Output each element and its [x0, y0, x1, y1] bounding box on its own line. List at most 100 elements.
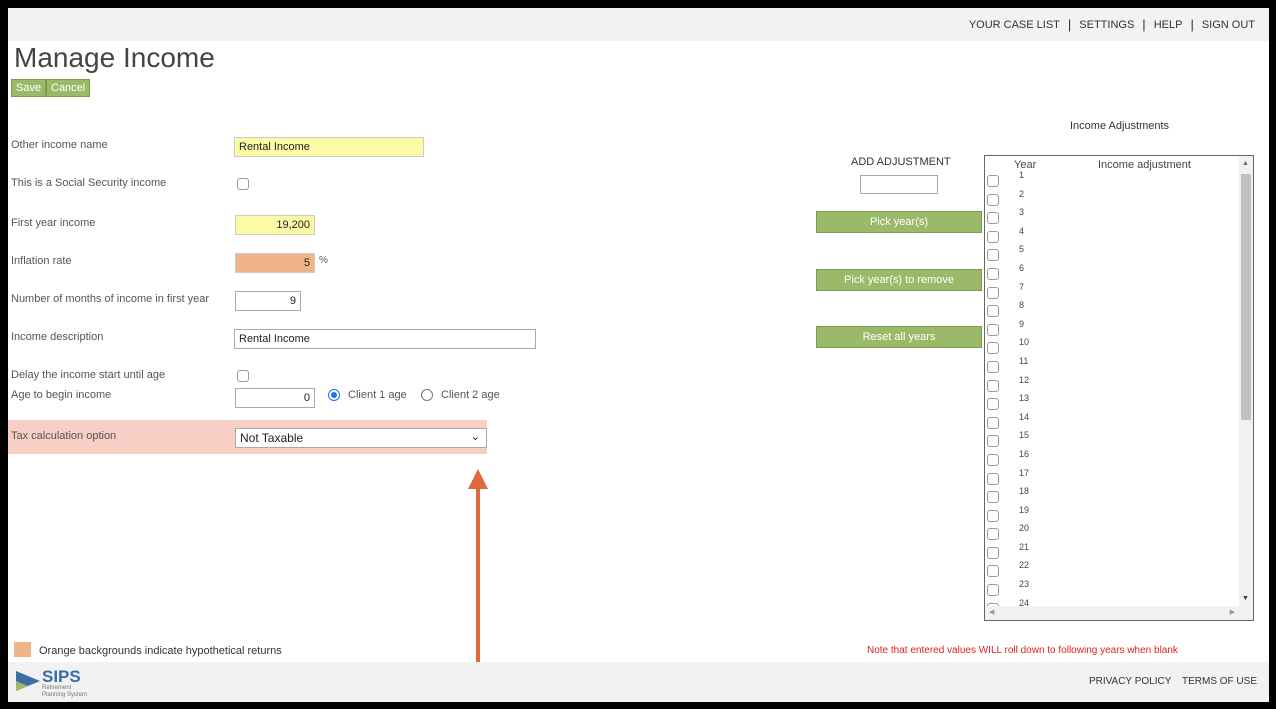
- adjustment-row: 18: [985, 486, 1240, 505]
- adjustment-row: 21: [985, 542, 1240, 561]
- year-label: 9: [1019, 318, 1025, 329]
- reset-all-years-button[interactable]: Reset all years: [816, 326, 982, 348]
- nav-help[interactable]: HELP: [1146, 19, 1191, 31]
- adjustment-row: 11: [985, 356, 1240, 375]
- inflation-rate-field[interactable]: 5: [235, 253, 315, 273]
- client-2-age-label: Client 2 age: [441, 389, 500, 401]
- year-checkbox[interactable]: [987, 249, 999, 262]
- year-label: 5: [1019, 244, 1025, 255]
- adjustment-row: 5: [985, 244, 1240, 263]
- year-checkbox[interactable]: [987, 398, 999, 411]
- nav-your-case-list[interactable]: YOUR CASE LIST: [961, 19, 1068, 31]
- year-checkbox[interactable]: [987, 453, 999, 466]
- year-checkbox[interactable]: [987, 435, 999, 448]
- client-2-age-radio[interactable]: [421, 389, 433, 401]
- scroll-left-icon[interactable]: ◀: [989, 608, 994, 616]
- client-1-age-radio[interactable]: [328, 389, 340, 401]
- year-checkbox[interactable]: [987, 193, 999, 206]
- page-title: Manage Income: [14, 42, 215, 73]
- year-checkbox[interactable]: [987, 472, 999, 485]
- adjustment-row: 1: [985, 170, 1240, 189]
- year-checkbox[interactable]: [987, 546, 999, 559]
- year-checkbox[interactable]: [987, 267, 999, 280]
- year-label: 19: [1019, 504, 1030, 515]
- year-label: 10: [1019, 337, 1030, 348]
- year-checkbox[interactable]: [987, 230, 999, 243]
- adjustment-row: 20: [985, 523, 1240, 542]
- first-year-income-field[interactable]: 19,200: [235, 215, 315, 235]
- income-description-field[interactable]: Rental Income: [234, 329, 536, 349]
- adjustment-row: 12: [985, 375, 1240, 394]
- rolldown-note: Note that entered values WILL roll down …: [867, 645, 1178, 656]
- vertical-scrollbar[interactable]: ▲ ▼: [1239, 156, 1253, 606]
- year-label: 12: [1019, 374, 1030, 385]
- logo-subtext: Retirement Planning System: [42, 685, 87, 699]
- year-checkbox[interactable]: [987, 528, 999, 541]
- sips-logo: SIPS Retirement Planning System: [14, 665, 104, 699]
- social-security-label: This is a Social Security income: [11, 177, 167, 189]
- year-checkbox[interactable]: [987, 323, 999, 336]
- year-label: 13: [1019, 393, 1030, 404]
- adjustment-row: 23: [985, 579, 1240, 598]
- delay-start-checkbox[interactable]: [237, 370, 249, 382]
- adjustment-row: 6: [985, 263, 1240, 282]
- income-adjustments-title: Income Adjustments: [1070, 120, 1170, 132]
- year-checkbox[interactable]: [987, 342, 999, 355]
- months-field[interactable]: 9: [235, 291, 301, 311]
- adjustment-row: 16: [985, 449, 1240, 468]
- year-label: 11: [1019, 355, 1029, 366]
- other-income-name-label: Other income name: [11, 139, 108, 151]
- year-checkbox[interactable]: [987, 360, 999, 373]
- year-label: 23: [1019, 579, 1030, 590]
- cancel-button[interactable]: Cancel: [46, 79, 91, 97]
- year-label: 21: [1019, 541, 1030, 552]
- year-checkbox[interactable]: [987, 584, 999, 597]
- save-button[interactable]: Save: [11, 79, 47, 97]
- other-income-name-field[interactable]: Rental Income: [234, 137, 424, 157]
- nav-settings[interactable]: SETTINGS: [1071, 19, 1142, 31]
- app-frame: YOUR CASE LIST | SETTINGS | HELP | SIGN …: [8, 8, 1269, 702]
- pick-years-remove-button[interactable]: Pick year(s) to remove: [816, 269, 982, 291]
- nav-sign-out[interactable]: SIGN OUT: [1194, 19, 1263, 31]
- scroll-right-icon[interactable]: ▶: [1230, 608, 1235, 616]
- year-label: 3: [1019, 207, 1025, 218]
- client-1-age-label: Client 1 age: [348, 389, 407, 401]
- scroll-down-icon[interactable]: ▼: [1242, 595, 1249, 602]
- pick-years-button[interactable]: Pick year(s): [816, 211, 982, 233]
- top-nav: YOUR CASE LIST | SETTINGS | HELP | SIGN …: [8, 8, 1269, 41]
- logo-mark-icon: [16, 671, 40, 691]
- add-adjustment-input[interactable]: [860, 175, 938, 194]
- year-label: 20: [1019, 523, 1030, 534]
- year-checkbox[interactable]: [987, 491, 999, 504]
- age-begin-field[interactable]: 0: [235, 388, 315, 408]
- horizontal-scrollbar[interactable]: ◀ ▶: [985, 606, 1253, 620]
- year-checkbox[interactable]: [987, 305, 999, 318]
- year-checkbox[interactable]: [987, 212, 999, 225]
- scroll-up-icon[interactable]: ▲: [1242, 160, 1249, 167]
- add-adjustment-label: ADD ADJUSTMENT: [851, 156, 951, 168]
- year-checkbox[interactable]: [987, 175, 999, 187]
- year-checkbox[interactable]: [987, 565, 999, 578]
- orange-legend-swatch: [14, 642, 31, 657]
- footer: SIPS Retirement Planning System PRIVACY P…: [8, 662, 1269, 702]
- year-checkbox[interactable]: [987, 379, 999, 392]
- tax-option-select[interactable]: Not Taxable ⌄: [235, 428, 487, 448]
- scroll-thumb[interactable]: [1241, 174, 1251, 420]
- year-checkbox[interactable]: [987, 509, 999, 522]
- privacy-policy-link[interactable]: PRIVACY POLICY: [1089, 676, 1171, 687]
- year-checkbox[interactable]: [987, 286, 999, 299]
- logo-sub-1: Retirement: [42, 685, 72, 691]
- adjustments-rows: 1 2 3 4 5 6 7 8 9 10 11 12 13 14 15 16 17 18 19 20 21 22 23 24: [985, 170, 1240, 616]
- annotation-arrow: [476, 486, 480, 662]
- terms-of-use-link[interactable]: TERMS OF USE: [1182, 676, 1257, 687]
- social-security-checkbox[interactable]: [237, 178, 249, 190]
- year-label: 15: [1019, 430, 1030, 441]
- first-year-income-label: First year income: [11, 217, 96, 229]
- footer-links: PRIVACY POLICY TERMS OF USE: [1081, 676, 1257, 687]
- logo-sub-2: Planning System: [42, 692, 88, 698]
- year-label: 18: [1019, 486, 1030, 497]
- year-checkbox[interactable]: [987, 416, 999, 429]
- adjustment-row: 3: [985, 207, 1240, 226]
- adjustment-row: 14: [985, 412, 1240, 431]
- income-description-label: Income description: [11, 331, 104, 343]
